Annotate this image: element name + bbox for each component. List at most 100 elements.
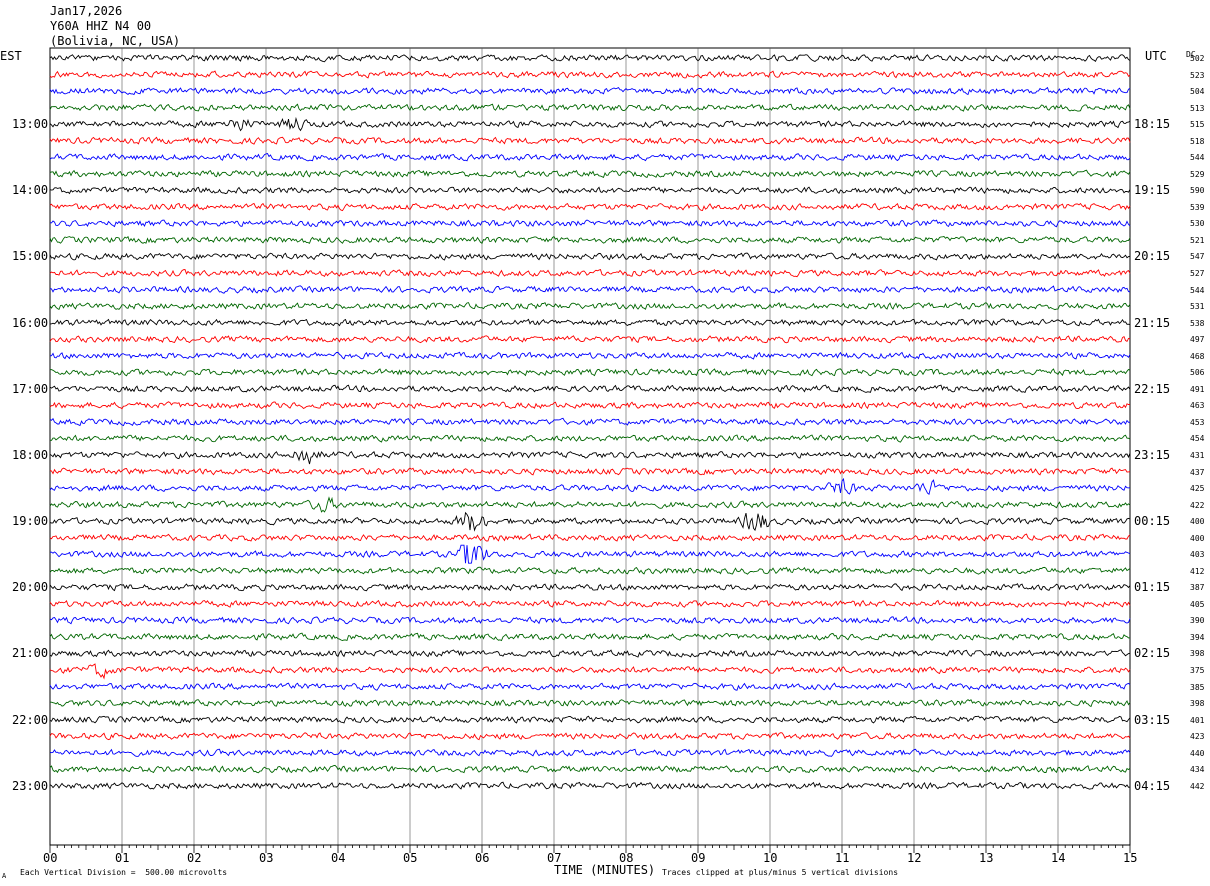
dc-value-label: 547 xyxy=(1190,252,1205,262)
trace-line xyxy=(49,467,1131,476)
x-tick-label: 10 xyxy=(763,851,778,865)
trace-line xyxy=(49,186,1131,195)
dc-value-label: 425 xyxy=(1190,484,1205,494)
dc-value-label: 518 xyxy=(1190,136,1205,146)
x-tick-label: 15 xyxy=(1123,851,1138,865)
trace-line xyxy=(49,351,1131,360)
dc-value-label: 453 xyxy=(1190,417,1205,427)
dc-value-label: 400 xyxy=(1190,517,1205,527)
dc-value-label: 454 xyxy=(1190,434,1205,444)
dc-value-label: 513 xyxy=(1190,103,1205,113)
dc-value-label: 375 xyxy=(1190,665,1205,675)
dc-value-label: 468 xyxy=(1190,351,1205,361)
dc-value-label: 431 xyxy=(1190,450,1205,460)
dc-value-label: 401 xyxy=(1190,715,1205,725)
x-tick-label: 14 xyxy=(1051,851,1066,865)
x-tick-label: 05 xyxy=(403,851,418,865)
dc-value-label: 434 xyxy=(1190,765,1205,775)
left-axis-title: EST xyxy=(0,49,22,63)
trace-line xyxy=(49,152,1131,162)
est-hour-label: 17:00 xyxy=(12,381,49,396)
trace-line xyxy=(49,732,1131,741)
trace-line xyxy=(49,368,1131,377)
est-hour-label: 16:00 xyxy=(12,315,49,330)
trace-line xyxy=(49,252,1131,261)
dc-value-label: 390 xyxy=(1190,616,1205,626)
dc-value-label: 412 xyxy=(1190,566,1205,576)
dc-value-label: 504 xyxy=(1190,87,1205,97)
grid-lines xyxy=(49,47,1131,846)
trace-line xyxy=(49,511,1131,532)
dc-value-label: 385 xyxy=(1190,682,1205,692)
est-hour-label: 14:00 xyxy=(12,183,49,198)
header-date: Jan17,2026 xyxy=(50,4,123,18)
utc-hour-label: 19:15 xyxy=(1134,183,1171,198)
x-tick-label: 04 xyxy=(331,851,346,865)
utc-hour-label: 23:15 xyxy=(1134,447,1171,462)
seismic-traces xyxy=(49,53,1131,790)
trace-line xyxy=(49,219,1131,228)
utc-hour-label: 21:15 xyxy=(1134,315,1171,330)
trace-line xyxy=(49,544,1131,564)
utc-hour-label: 00:15 xyxy=(1134,514,1171,529)
trace-line xyxy=(49,103,1131,112)
est-hour-label: 22:00 xyxy=(12,712,49,727)
trace-line xyxy=(49,533,1131,542)
trace-line xyxy=(49,401,1130,410)
est-hour-label: 13:00 xyxy=(12,117,49,132)
trace-line xyxy=(49,715,1131,724)
trace-line xyxy=(49,699,1131,708)
trace-line xyxy=(49,632,1130,642)
trace-line xyxy=(49,566,1131,575)
trace-line xyxy=(49,136,1131,145)
trace-line xyxy=(49,335,1131,344)
est-hour-label: 21:00 xyxy=(12,646,49,661)
plot-frame xyxy=(49,47,1131,846)
dc-value-label: 590 xyxy=(1190,186,1205,196)
dc-value-label: 394 xyxy=(1190,632,1205,642)
trace-line xyxy=(49,302,1131,311)
dc-value-label: 530 xyxy=(1190,219,1205,229)
dc-value-label: 527 xyxy=(1190,269,1205,279)
dc-value-label: 531 xyxy=(1190,302,1205,312)
dc-value-label: 538 xyxy=(1190,318,1205,328)
x-tick-label: 00 xyxy=(43,851,58,865)
dc-value-label: 463 xyxy=(1190,401,1205,411)
corner-mark: A xyxy=(2,872,7,880)
dc-value-label: 515 xyxy=(1190,120,1205,130)
dc-value-label: 442 xyxy=(1190,781,1205,791)
right-axis-title: UTC xyxy=(1145,49,1167,63)
dc-value-label: 529 xyxy=(1190,169,1205,179)
est-hour-label: 18:00 xyxy=(12,447,49,462)
x-tick-label: 09 xyxy=(691,851,706,865)
trace-line xyxy=(49,748,1131,757)
trace-line xyxy=(49,285,1131,294)
trace-line xyxy=(49,616,1131,625)
trace-line xyxy=(49,269,1131,278)
dc-value-label: 539 xyxy=(1190,202,1205,212)
trace-line xyxy=(49,169,1131,179)
trace-line xyxy=(49,682,1131,691)
trace-line xyxy=(49,116,1131,132)
scale-note: Each Vertical Division = 500.00 microvol… xyxy=(20,868,228,877)
dc-value-label: 423 xyxy=(1190,732,1205,742)
x-tick-label: 01 xyxy=(115,851,130,865)
trace-line xyxy=(49,384,1131,394)
x-tick-label: 13 xyxy=(979,851,994,865)
trace-line xyxy=(49,583,1131,592)
trace-line xyxy=(49,649,1131,658)
dc-value-label: 400 xyxy=(1190,533,1205,543)
x-tick-label: 02 xyxy=(187,851,202,865)
dc-value-label: 403 xyxy=(1190,550,1205,560)
dc-value-label: 544 xyxy=(1190,285,1205,295)
x-tick-label: 12 xyxy=(907,851,922,865)
dc-value-label: 398 xyxy=(1190,649,1205,659)
dc-value-label: 422 xyxy=(1190,500,1205,510)
trace-line xyxy=(49,781,1131,790)
dc-value-label: 497 xyxy=(1190,335,1205,345)
dc-value-label: 544 xyxy=(1190,153,1205,163)
trace-line xyxy=(49,235,1131,244)
trace-line xyxy=(49,450,1131,465)
dc-value-label: 405 xyxy=(1190,599,1205,609)
x-tick-label: 11 xyxy=(835,851,850,865)
